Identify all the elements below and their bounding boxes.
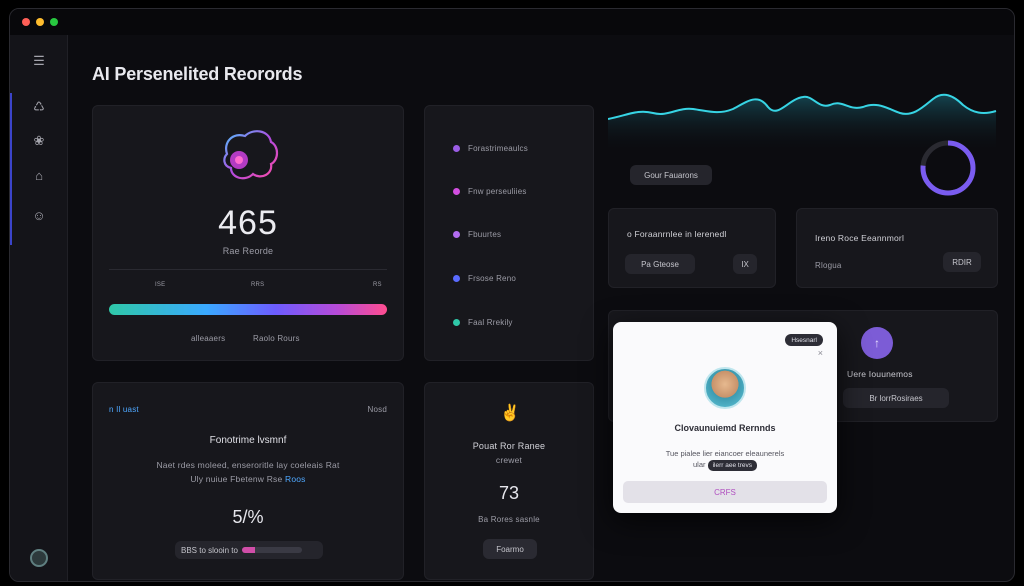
overview-link[interactable]: Roos [285, 474, 306, 484]
legend-label: Fbuurtes [468, 230, 502, 239]
divider [109, 269, 387, 270]
close-icon[interactable]: × [818, 348, 823, 358]
axis-label: RRS [251, 282, 265, 288]
modal-text: Tue pialee lier eiancoer eleaunerels ula… [665, 449, 785, 471]
score-label: Rae Reorde [222, 246, 274, 256]
profile-modal: Hsesnarl × Clovaunuiemd Rernnds Tue pial… [613, 322, 837, 513]
title-bar [10, 9, 1014, 35]
summary-value: 73 [498, 483, 520, 503]
info-title: Uere Iouunemos [847, 369, 913, 379]
insight-badge[interactable]: IX [733, 254, 757, 274]
summary-title: Pouat Ror Ranee [472, 441, 546, 451]
overview-desc: Naet rdes moleed, enseroritle lay coelea… [156, 460, 340, 470]
legend-dot-icon [453, 188, 460, 195]
legend-dot-icon [453, 231, 460, 238]
overview-header-right: Nosd [367, 405, 387, 414]
menu-icon[interactable]: ☰ [29, 51, 49, 71]
user-icon[interactable]: ☺ [29, 205, 49, 225]
legend-label: Fnw perseuliies [468, 187, 527, 196]
lock-icon[interactable]: ⌂ [29, 165, 49, 185]
insight-card: o Foraanrnlee in lerenedl Pa Gteose IX [608, 208, 776, 288]
neural-blob-icon [223, 130, 279, 180]
minimize-window-button[interactable] [36, 18, 44, 26]
score-gradient-bar [109, 304, 387, 315]
insight-title: Ireno Roce Eeannmorl [815, 233, 905, 243]
insight-card: Ireno Roce Eeannmorl Rlogua RDIR [796, 208, 998, 288]
info-tag-button[interactable]: Br lorrRosiraes [843, 388, 949, 408]
footer-right-label: Raolo Rours [253, 334, 300, 343]
legend-item[interactable]: Fnw perseuliies [453, 187, 527, 196]
legend-item[interactable]: Frsose Reno [453, 274, 516, 283]
overview-progress-fill [241, 547, 256, 553]
overview-header-left: n Il uast [109, 405, 139, 414]
footer-left-label: alleaaers [191, 334, 226, 343]
overview-stat: 5/% [232, 507, 264, 527]
settings-avatar-icon[interactable] [30, 549, 48, 567]
legend-item[interactable]: Faal Rrekily [453, 318, 513, 327]
overview-desc-line2: Uly nuiue Fbetenw Rse Roos [190, 474, 306, 484]
overview-progress-bar [241, 547, 302, 553]
info-icon: ↑ [861, 327, 893, 359]
overview-progress: BBS to slooin to [175, 541, 323, 559]
insight-badge[interactable]: RDIR [943, 252, 981, 272]
maximize-window-button[interactable] [50, 18, 58, 26]
legend-dot-icon [453, 145, 460, 152]
close-window-button[interactable] [22, 18, 30, 26]
avatar [704, 367, 746, 409]
insight-title: o Foraanrnlee in lerenedl [627, 229, 727, 239]
progress-ring-icon [920, 140, 976, 196]
summary-card: ✌ Pouat Ror Ranee crewet 73 Ba Rores sas… [424, 382, 594, 580]
group-functions-button[interactable]: Gour Fauarons [630, 165, 712, 185]
legend-dot-icon [453, 275, 460, 282]
sidebar-active-indicator [10, 93, 12, 245]
legend-label: Frsose Reno [468, 274, 516, 283]
modal-action-button[interactable]: CRFS [623, 481, 827, 503]
page-title: AI Persenelited Reorords [92, 64, 303, 84]
summary-caption: Ba Rores sasnle [478, 515, 540, 524]
legend-dot-icon [453, 319, 460, 326]
score-value: 465 [218, 204, 278, 242]
axis-label: RS [373, 282, 382, 288]
overview-card: n Il uast Nosd Fonotrime lvsmnf Naet rde… [92, 382, 404, 580]
legend-label: Forastrimeaulcs [468, 144, 528, 153]
app-window: ☰ ♺ ❀ ⌂ ☺ AI Persenelited Reorords 465 R… [9, 8, 1015, 582]
axis-label: ISE [155, 282, 166, 288]
emoji-icon: ✌ [500, 405, 520, 422]
legend-item[interactable]: Fbuurtes [453, 230, 501, 239]
score-card: 465 Rae Reorde ISE RRS RS alleaaers Raol… [92, 105, 404, 361]
brain-icon[interactable]: ❀ [29, 131, 49, 151]
sidebar: ☰ ♺ ❀ ⌂ ☺ [10, 35, 68, 581]
modal-inline-tag: ilerr aee trevs [707, 460, 757, 471]
summary-subtitle: crewet [495, 455, 523, 465]
legend-card: Forastrimeaulcs Fnw perseuliies Fbuurtes… [424, 105, 594, 361]
chart-icon[interactable]: ♺ [29, 97, 49, 117]
legend-item[interactable]: Forastrimeaulcs [453, 144, 528, 153]
modal-title: Clovaunuiemd Rernnds [674, 423, 776, 433]
format-button[interactable]: Foarmo [483, 539, 537, 559]
overview-title: Fonotrime lvsmnf [209, 435, 287, 446]
modal-badge: Hsesnarl [785, 334, 823, 346]
insight-tag-button[interactable]: Pa Gteose [625, 254, 695, 274]
legend-label: Faal Rrekily [468, 318, 513, 327]
insight-tag: Rlogua [815, 261, 842, 270]
